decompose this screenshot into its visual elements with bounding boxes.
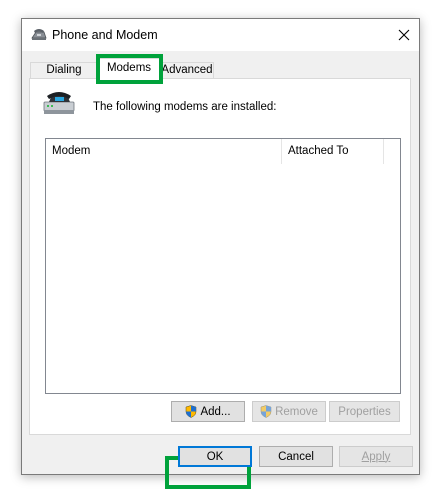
apply-button-label: Apply [361, 450, 391, 463]
modems-info-text: The following modems are installed: [93, 101, 277, 113]
modems-list[interactable]: Modem Attached To [45, 138, 401, 394]
column-header-modem[interactable]: Modem [46, 139, 282, 164]
cancel-button-label: Cancel [278, 450, 314, 463]
apply-button[interactable]: Apply [339, 446, 413, 467]
uac-shield-icon [260, 405, 272, 418]
remove-button[interactable]: Remove [252, 401, 326, 422]
tab-modems[interactable]: Modems [98, 58, 160, 79]
remove-button-label: Remove [275, 405, 318, 418]
column-header-attached-to[interactable]: Attached To [282, 139, 384, 164]
close-button[interactable] [389, 19, 419, 51]
phone-modem-icon [31, 29, 47, 40]
properties-button[interactable]: Properties [329, 401, 400, 422]
tab-advanced[interactable]: Advanced [160, 62, 214, 79]
modems-tab-panel: The following modems are installed: Mode… [29, 78, 411, 489]
phone-and-modem-dialog: Phone and Modem Dialing Rules Modems Adv… [21, 18, 420, 489]
tab-dialing-rules[interactable]: Dialing Rules [30, 62, 98, 91]
telephone-modem-icon [43, 92, 75, 114]
column-header-label: Attached To [288, 145, 349, 157]
title-bar[interactable]: Phone and Modem [22, 19, 419, 51]
ok-button[interactable]: OK [178, 446, 252, 467]
ok-button-label: OK [206, 450, 224, 463]
close-icon [398, 29, 410, 41]
cancel-button[interactable]: Cancel [259, 446, 333, 467]
window-title: Phone and Modem [52, 28, 158, 42]
add-button-label: Add... [200, 405, 231, 418]
properties-button-label: Properties [338, 405, 391, 418]
tab-label: Advanced [161, 64, 213, 76]
uac-shield-icon [186, 405, 197, 418]
tab-label: Modems [106, 62, 152, 74]
add-button[interactable]: Add... [171, 401, 245, 422]
column-header-label: Modem [52, 145, 91, 157]
